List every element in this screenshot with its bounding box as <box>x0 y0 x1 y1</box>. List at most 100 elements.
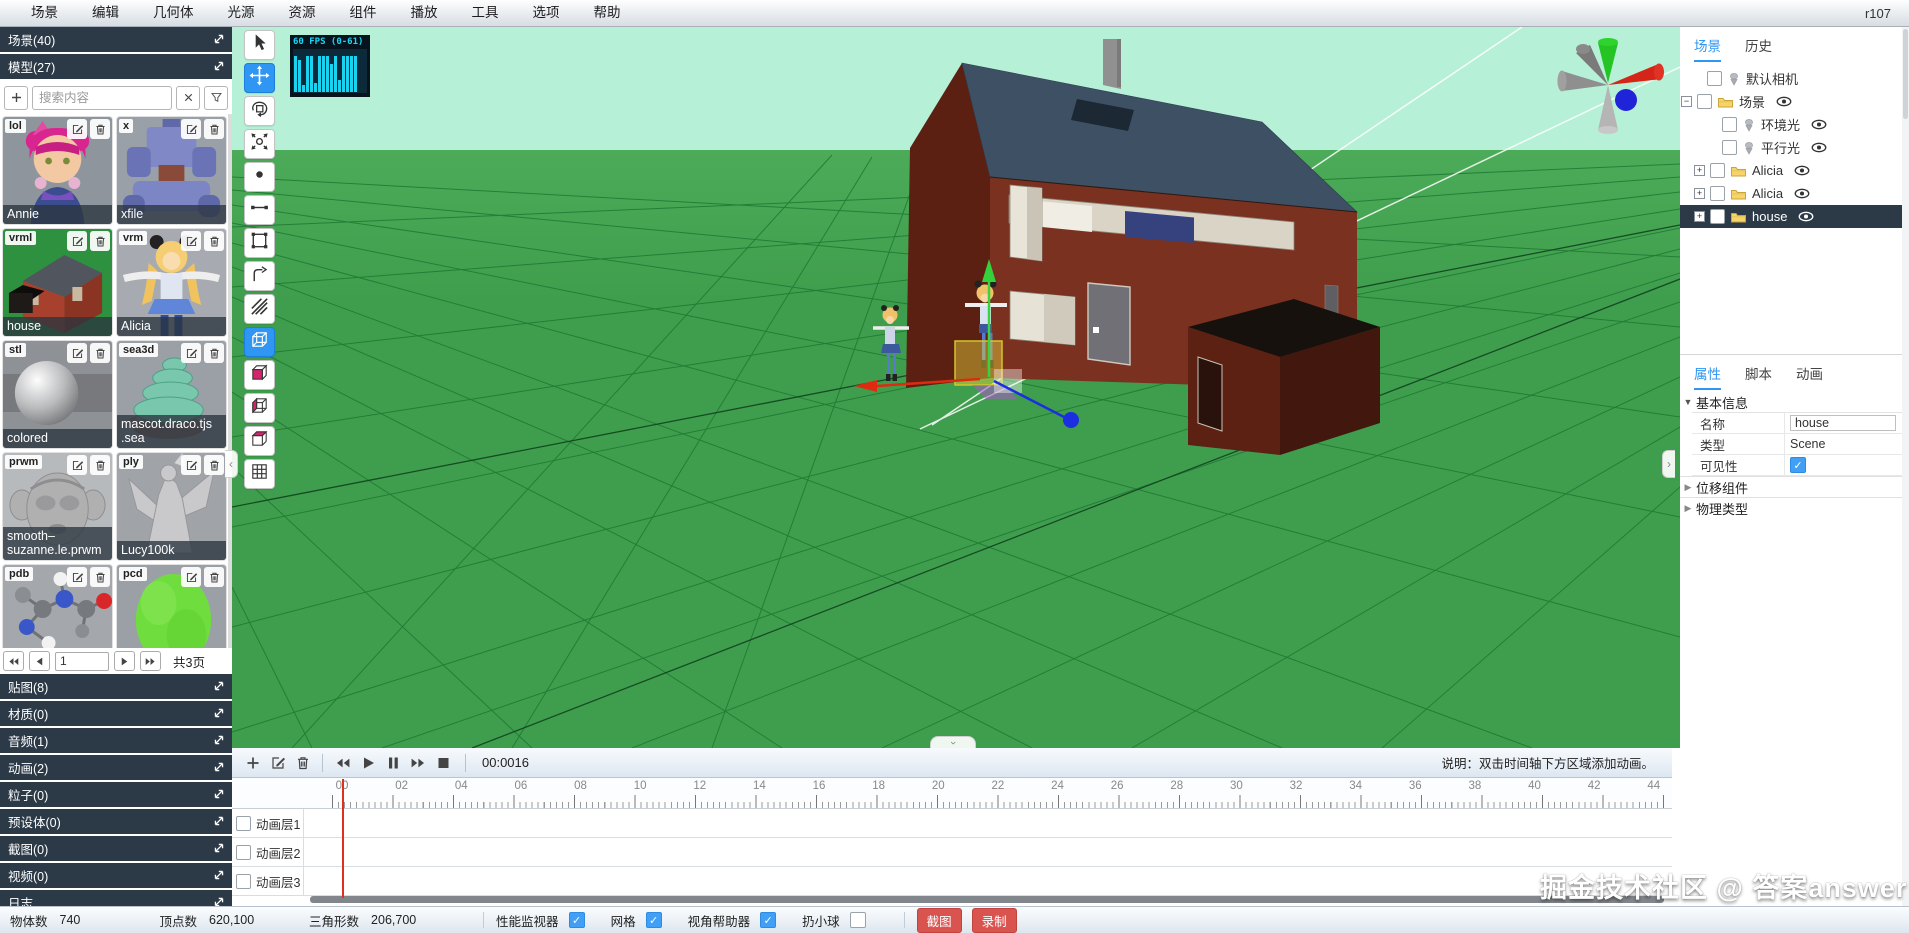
tool-cube-top-button[interactable] <box>244 426 275 456</box>
filter-button[interactable] <box>204 85 228 110</box>
expand-node-button[interactable]: + <box>1694 188 1705 199</box>
tree-node-Alicia[interactable]: + Alicia <box>1680 159 1909 182</box>
model-card-colored[interactable]: stl colored <box>3 341 112 448</box>
delete-model-button[interactable] <box>90 567 110 587</box>
fast-forward-button[interactable] <box>405 751 430 774</box>
right-panel-scrollbar[interactable] <box>1902 27 1909 906</box>
layer-checkbox[interactable] <box>236 844 251 860</box>
node-checkbox[interactable] <box>1722 117 1737 132</box>
tree-node-house[interactable]: + house <box>1680 205 1909 228</box>
expand-icon[interactable] <box>212 814 226 828</box>
viewport[interactable]: 60 FPS (0-61) <box>232 27 1680 748</box>
sidebar-panel-6[interactable]: 截图(0) <box>0 836 232 861</box>
sidebar-panel-3[interactable]: 动画(2) <box>0 755 232 780</box>
scene-panel-header[interactable]: 场景(40) <box>0 27 232 52</box>
sidebar-panel-4[interactable]: 粒子(0) <box>0 782 232 807</box>
model-card-Alicia[interactable]: vrm Alicia <box>117 229 226 336</box>
tab-script[interactable]: 脚本 <box>1745 363 1772 390</box>
model-card-pdb[interactable]: pdb <box>3 565 112 648</box>
tool-move-button[interactable] <box>244 63 275 93</box>
edit-model-button[interactable] <box>67 567 87 587</box>
model-grid-scrollbar[interactable] <box>228 114 232 648</box>
expand-icon[interactable] <box>212 59 226 73</box>
tool-rotate-button[interactable] <box>244 96 275 126</box>
rewind-button[interactable] <box>330 751 355 774</box>
edit-model-button[interactable] <box>67 343 87 363</box>
tree-node-默认相机[interactable]: 默认相机 <box>1680 67 1909 90</box>
menu-item-4[interactable]: 资源 <box>272 0 333 26</box>
tool-rectangle-button[interactable] <box>244 228 275 258</box>
edit-model-button[interactable] <box>67 231 87 251</box>
timeline-ruler[interactable]: 0002040608101214161820222426283032343638… <box>232 778 1672 809</box>
sidebar-panel-5[interactable]: 预设体(0) <box>0 809 232 834</box>
edit-model-button[interactable] <box>181 343 201 363</box>
model-card-house[interactable]: vrml house <box>3 229 112 336</box>
node-checkbox[interactable] <box>1710 209 1725 224</box>
collapse-node-button[interactable]: − <box>1681 96 1692 107</box>
tool-cube-wire-button[interactable] <box>244 327 275 357</box>
page-number-input[interactable] <box>55 651 109 671</box>
visibility-eye-icon[interactable] <box>1794 165 1810 176</box>
edit-model-button[interactable] <box>181 455 201 475</box>
menu-item-1[interactable]: 编辑 <box>75 0 136 26</box>
basic-info-section-header[interactable]: ▼ 基本信息 <box>1680 392 1909 412</box>
expand-icon[interactable] <box>212 841 226 855</box>
node-checkbox[interactable] <box>1707 71 1722 86</box>
menu-item-3[interactable]: 光源 <box>211 0 272 26</box>
delete-model-button[interactable] <box>90 343 110 363</box>
delete-model-button[interactable] <box>204 119 224 139</box>
tool-focus-button[interactable] <box>244 129 275 159</box>
menu-item-5[interactable]: 组件 <box>333 0 394 26</box>
menu-item-8[interactable]: 选项 <box>516 0 577 26</box>
model-card-mascot.draco.tjs.sea[interactable]: sea3d mascot.draco.tjs .sea <box>117 341 226 448</box>
search-input[interactable] <box>32 85 172 110</box>
add-keyframe-button[interactable] <box>240 751 265 774</box>
tool-point-button[interactable] <box>244 162 275 192</box>
sidebar-panel-7[interactable]: 视频(0) <box>0 863 232 888</box>
node-checkbox[interactable] <box>1697 94 1712 109</box>
tool-curve-button[interactable] <box>244 261 275 291</box>
tab-properties[interactable]: 属性 <box>1694 363 1721 390</box>
viewport-canvas[interactable] <box>232 27 1680 748</box>
last-page-button[interactable] <box>140 651 161 671</box>
model-card-Lucy100k[interactable]: ply Lucy100k <box>117 453 226 560</box>
pause-button[interactable] <box>380 751 405 774</box>
delete-model-button[interactable] <box>204 567 224 587</box>
collapse-bottom-panel-handle[interactable]: › <box>930 736 976 748</box>
visibility-eye-icon[interactable] <box>1811 142 1827 153</box>
delete-model-button[interactable] <box>90 119 110 139</box>
expand-icon[interactable] <box>212 787 226 801</box>
tool-select-button[interactable] <box>244 30 275 60</box>
toggle-checkbox[interactable] <box>849 912 866 928</box>
section-位移组件[interactable]: ▶ 位移组件 <box>1680 476 1909 497</box>
expand-icon[interactable] <box>212 706 226 720</box>
expand-icon[interactable] <box>212 868 226 882</box>
sidebar-panel-2[interactable]: 音频(1) <box>0 728 232 753</box>
model-card-Annie[interactable]: lol Annie <box>3 117 112 224</box>
node-checkbox[interactable] <box>1722 140 1737 155</box>
layer-checkbox[interactable] <box>236 815 251 831</box>
tab-scene[interactable]: 场景 <box>1694 35 1721 62</box>
collapse-left-panel-handle[interactable]: ‹ <box>225 450 238 478</box>
model-panel-header[interactable]: 模型(27) <box>0 54 232 79</box>
model-card-xfile[interactable]: x xfile <box>117 117 226 224</box>
layer-checkbox[interactable] <box>236 873 251 889</box>
model-card-pcd[interactable]: pcd <box>117 565 226 648</box>
edit-model-button[interactable] <box>67 455 87 475</box>
model-card-smooth-suzanne.le.prwm[interactable]: prwm smooth– suzanne.le.prwm <box>3 453 112 560</box>
delete-model-button[interactable] <box>204 343 224 363</box>
menu-item-0[interactable]: 场景 <box>14 0 75 26</box>
tool-hatch-button[interactable] <box>244 294 275 324</box>
node-checkbox[interactable] <box>1710 163 1725 178</box>
prop-value-input[interactable]: house <box>1790 415 1896 431</box>
toggle-checkbox[interactable]: ✓ <box>760 912 777 928</box>
tree-node-场景[interactable]: − 场景 <box>1680 90 1909 113</box>
edit-keyframe-button[interactable] <box>265 751 290 774</box>
next-page-button[interactable] <box>114 651 135 671</box>
delete-model-button[interactable] <box>204 231 224 251</box>
add-model-button[interactable] <box>4 85 28 110</box>
expand-icon[interactable] <box>212 32 226 46</box>
expand-icon[interactable] <box>212 733 226 747</box>
shed-model[interactable] <box>1188 299 1380 455</box>
layer-track[interactable] <box>304 867 1672 895</box>
